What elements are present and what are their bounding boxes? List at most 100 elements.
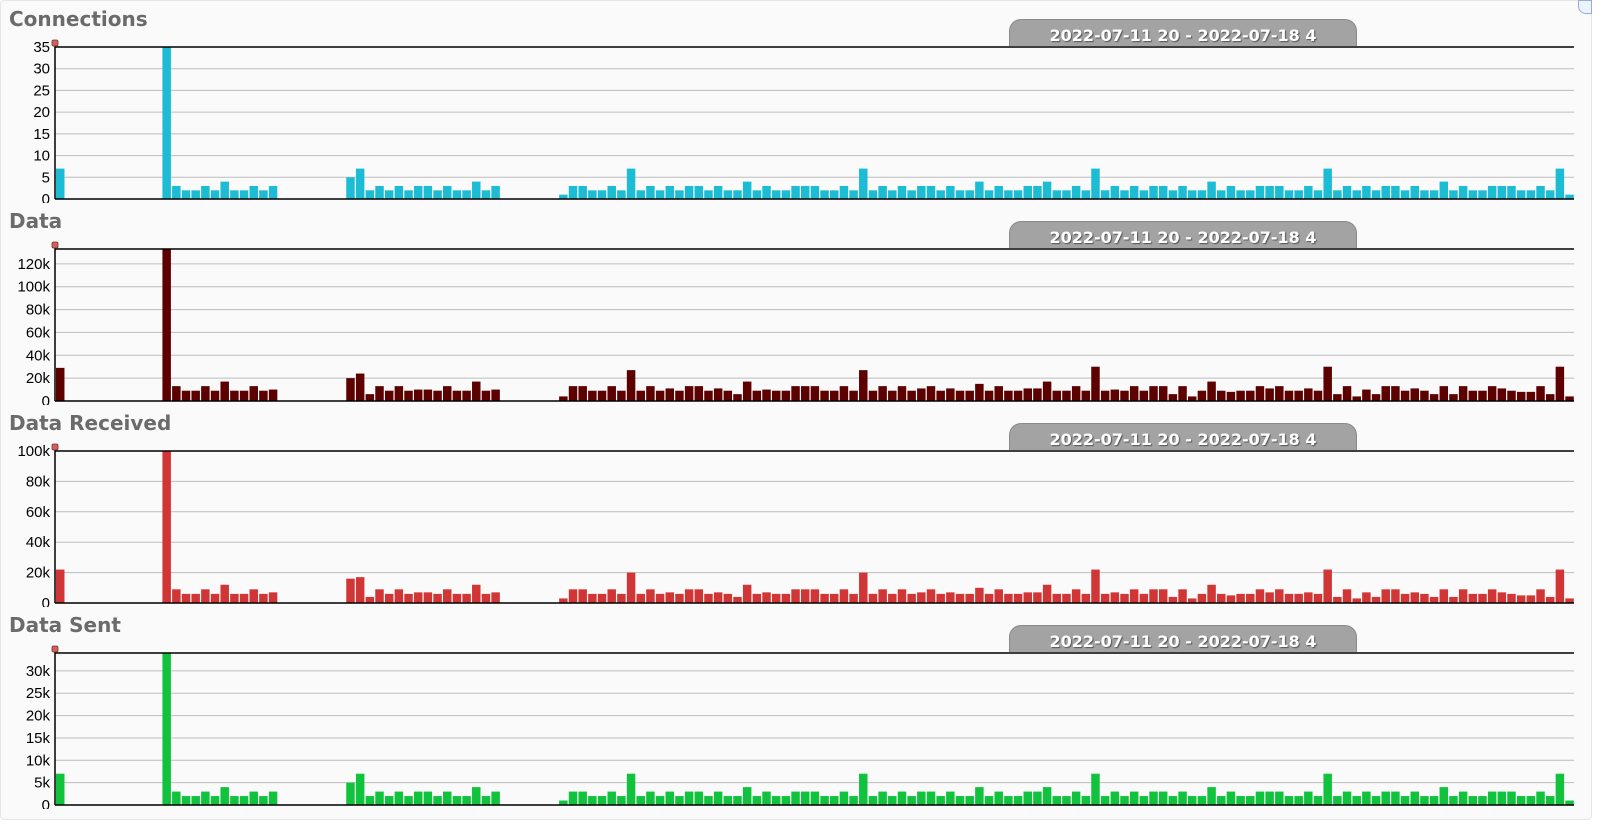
bar <box>413 592 423 603</box>
bar <box>955 593 965 603</box>
bar <box>878 386 887 401</box>
y-tick-label: 0 <box>42 797 50 809</box>
bar <box>1410 592 1419 603</box>
bar <box>1439 386 1449 401</box>
bar <box>1381 185 1390 199</box>
date-range-tab[interactable]: 2022-07-11 20 - 2022-07-18 4 <box>1009 221 1357 248</box>
bar <box>1100 190 1110 199</box>
bar <box>675 190 684 199</box>
bar <box>984 593 994 603</box>
bar <box>201 386 210 401</box>
y-tick-label: 20 <box>33 104 50 121</box>
bar <box>820 390 829 401</box>
bar <box>878 791 887 805</box>
bar <box>481 796 491 805</box>
bar <box>936 593 945 603</box>
bar <box>443 185 452 199</box>
bar <box>452 593 462 603</box>
bar <box>1458 791 1468 805</box>
y-tick-label: 40k <box>26 347 51 364</box>
bar <box>868 190 878 199</box>
bar <box>1207 181 1216 199</box>
bar <box>733 190 742 199</box>
bar <box>965 593 974 603</box>
bar <box>1246 796 1255 805</box>
bar <box>839 386 849 401</box>
bar <box>1487 791 1497 805</box>
bar <box>191 390 200 401</box>
bar <box>1255 791 1265 805</box>
bar <box>1120 796 1129 805</box>
bar <box>704 190 713 199</box>
bar <box>181 796 191 805</box>
bar <box>975 787 984 805</box>
bar <box>694 185 704 199</box>
bar <box>1178 185 1187 199</box>
bar <box>1507 390 1516 401</box>
bar <box>1197 796 1207 805</box>
bar <box>946 592 955 603</box>
bar <box>210 390 220 401</box>
bar <box>1033 388 1042 401</box>
bar <box>1420 593 1429 603</box>
range-handle-marker[interactable] <box>51 39 59 47</box>
bar <box>1217 593 1226 603</box>
bar <box>1255 386 1265 401</box>
range-handle-marker[interactable] <box>51 443 59 451</box>
bar <box>1536 791 1545 805</box>
bar <box>946 185 955 199</box>
bar <box>1052 390 1062 401</box>
bar <box>626 773 636 805</box>
bar <box>346 177 355 199</box>
bar <box>404 796 413 805</box>
bar <box>1265 388 1274 401</box>
bar <box>830 593 839 603</box>
bar <box>723 796 733 805</box>
bar <box>926 185 936 199</box>
range-handle-marker[interactable] <box>51 645 59 653</box>
bar <box>607 791 616 805</box>
bar <box>810 386 820 401</box>
bar <box>588 796 597 805</box>
bar <box>1536 185 1545 199</box>
bar <box>965 796 974 805</box>
bar <box>249 791 258 805</box>
date-range-tab[interactable]: 2022-07-11 20 - 2022-07-18 4 <box>1009 423 1357 450</box>
bar <box>462 593 471 603</box>
bar <box>481 593 491 603</box>
date-range-tab[interactable]: 2022-07-11 20 - 2022-07-18 4 <box>1009 19 1357 46</box>
bar <box>771 390 781 401</box>
bar <box>1004 190 1013 199</box>
bar <box>1226 185 1236 199</box>
bar <box>1516 391 1526 401</box>
bar <box>1458 589 1468 603</box>
bar <box>1487 185 1497 199</box>
bar <box>994 386 1003 401</box>
y-tick-label: 5k <box>34 775 50 792</box>
bar <box>752 593 762 603</box>
bar <box>733 394 742 401</box>
bar <box>800 185 810 199</box>
bar <box>588 390 597 401</box>
bar <box>491 791 500 805</box>
bar <box>849 593 858 603</box>
bar <box>220 181 229 199</box>
bar <box>162 653 171 805</box>
y-tick-label: 60k <box>26 504 51 521</box>
bar <box>704 796 713 805</box>
bar <box>655 190 665 199</box>
bar <box>1081 593 1091 603</box>
bar <box>665 185 675 199</box>
date-range-tab[interactable]: 2022-07-11 20 - 2022-07-18 4 <box>1009 625 1357 652</box>
bar <box>1429 796 1439 805</box>
bar <box>1246 390 1255 401</box>
bar <box>1516 796 1526 805</box>
bar <box>917 185 926 199</box>
range-handle-marker[interactable] <box>51 241 59 249</box>
bar <box>830 390 839 401</box>
bar <box>733 796 742 805</box>
bar <box>1526 190 1536 199</box>
y-tick-label: 100k <box>17 279 50 296</box>
bar <box>230 796 239 805</box>
bar <box>1352 796 1361 805</box>
